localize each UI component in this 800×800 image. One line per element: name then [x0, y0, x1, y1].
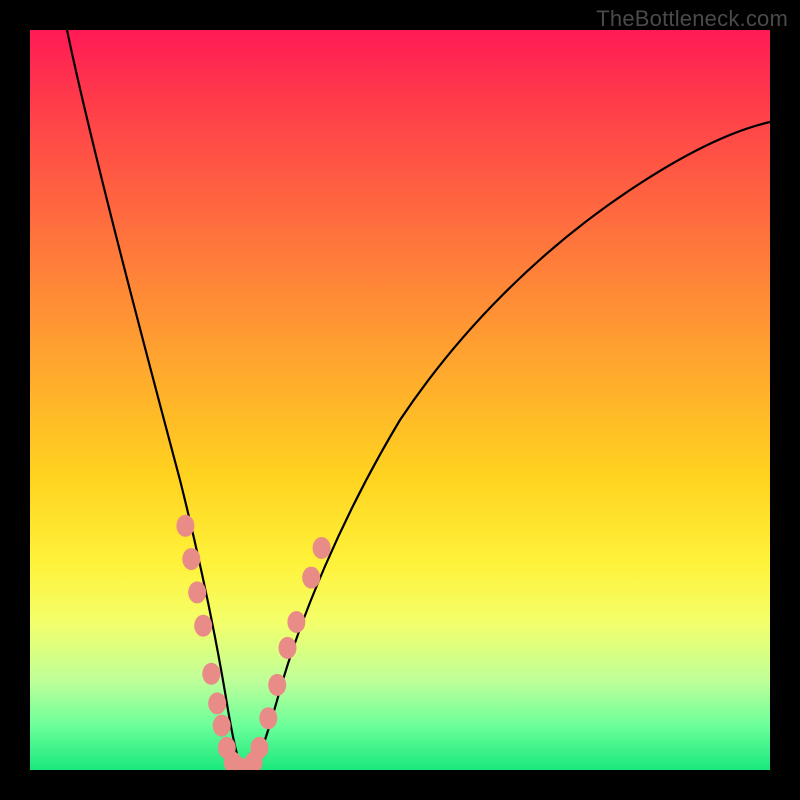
marker-layer [176, 515, 330, 770]
marker-dot [287, 611, 305, 633]
marker-dot [188, 581, 206, 603]
right-branch-curve [252, 122, 770, 770]
chart-svg [30, 30, 770, 770]
marker-dot [302, 567, 320, 589]
marker-dot [194, 615, 212, 637]
watermark-text: TheBottleneck.com [596, 6, 788, 32]
left-branch-curve [67, 30, 244, 770]
marker-dot [176, 515, 194, 537]
marker-dot [182, 548, 200, 570]
curve-group [67, 30, 770, 770]
marker-dot [202, 663, 220, 685]
marker-dot [279, 637, 297, 659]
marker-dot [208, 692, 226, 714]
chart-outer-frame: TheBottleneck.com [0, 0, 800, 800]
marker-dot [268, 674, 286, 696]
marker-dot [250, 737, 268, 759]
marker-dot [259, 707, 277, 729]
chart-plot-area [30, 30, 770, 770]
marker-dot [313, 537, 331, 559]
marker-dot [213, 715, 231, 737]
